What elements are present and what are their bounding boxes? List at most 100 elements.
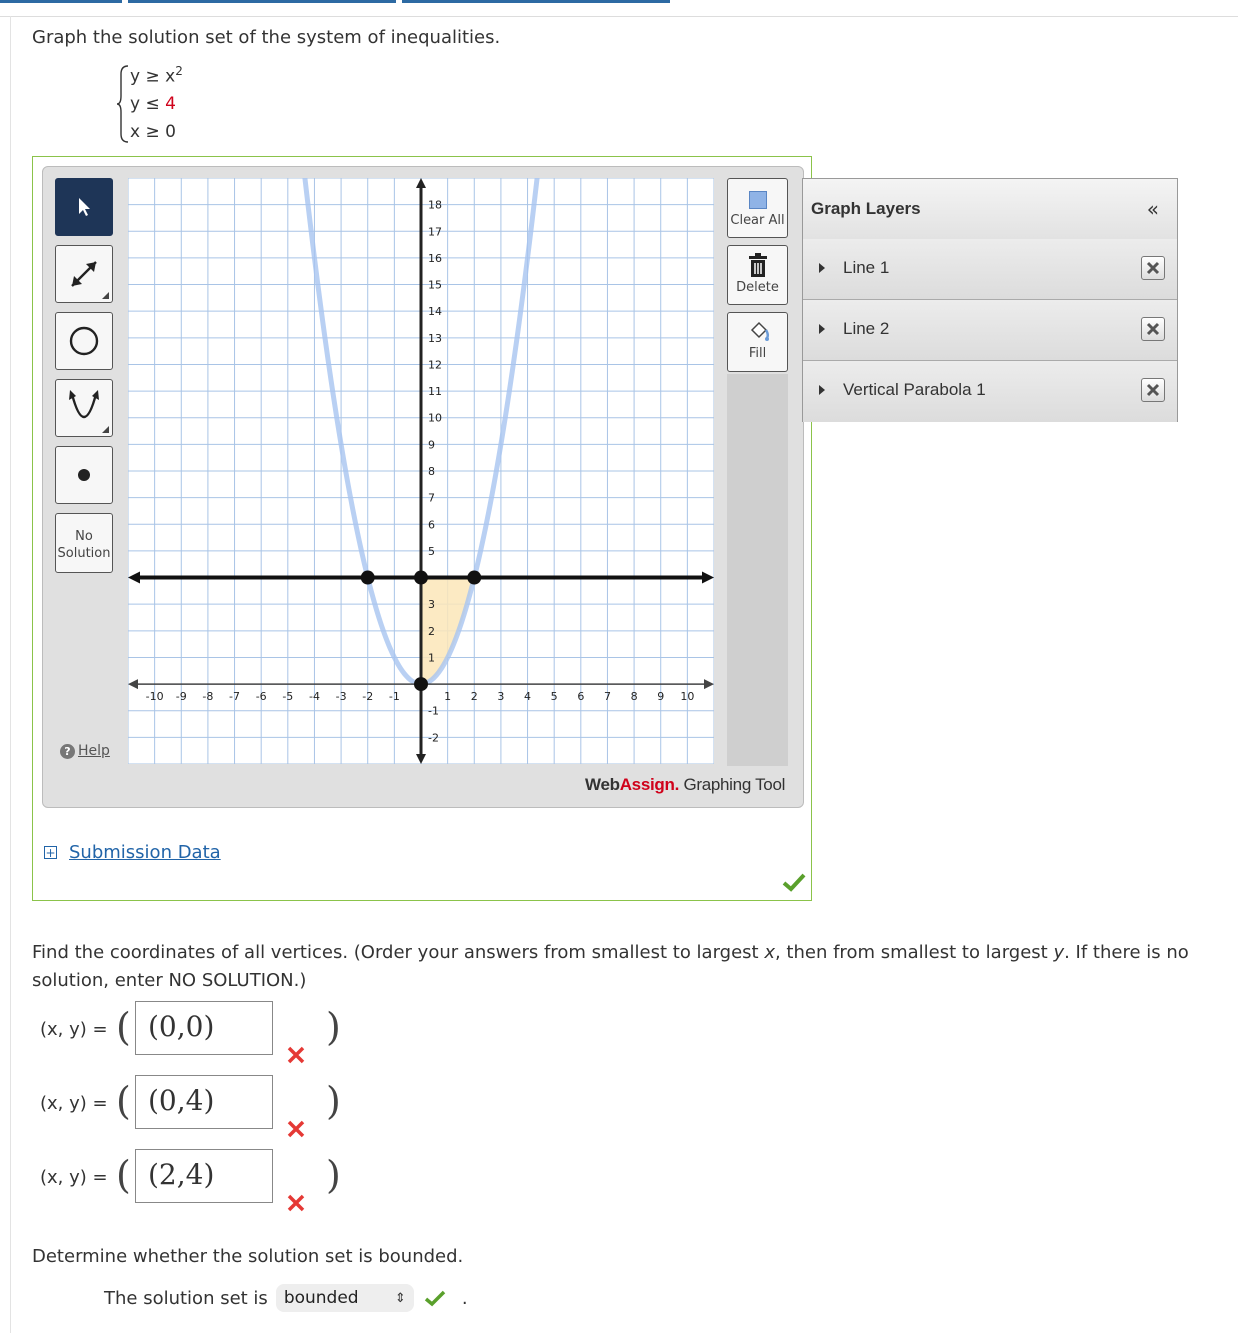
x-tick-label: 10	[680, 690, 694, 703]
layer-item-line-1[interactable]: Line 1	[803, 239, 1177, 300]
layer-item-line-2[interactable]: Line 2	[803, 300, 1177, 361]
help-link[interactable]: ? Help	[60, 743, 110, 759]
delete-layer-button[interactable]	[1141, 378, 1165, 402]
close-icon	[1146, 383, 1160, 397]
graph-canvas[interactable]: -10 -9 -8 -7 -6 -5 -4 -3 -2 -1 1 2 3 4 5 6 7 8 9 1018171615…	[128, 178, 714, 764]
collapse-panel-icon[interactable]: «	[1147, 197, 1159, 221]
bounded-select[interactable]: bounded ⇕	[275, 1284, 414, 1312]
pointer-tool-button[interactable]	[55, 178, 113, 236]
y-tick-label: 8	[428, 465, 435, 478]
help-label: Help	[78, 743, 110, 759]
x-tick-label: -6	[256, 690, 267, 703]
open-paren: (	[116, 1079, 131, 1123]
x-tick-label: 2	[471, 690, 478, 703]
y-tick-label: 7	[428, 492, 435, 505]
y-tick-label: 18	[428, 199, 442, 212]
y-tick-label: 2	[428, 625, 435, 638]
y-tick-label: 12	[428, 358, 442, 371]
vertex-input[interactable]: (0,4)	[135, 1075, 273, 1129]
x-tick-label: 6	[577, 690, 584, 703]
y-tick-label: 10	[428, 412, 442, 425]
inequality-2: y ≤ 4	[130, 94, 176, 114]
fill-label: Fill	[748, 346, 767, 361]
incorrect-x-icon	[287, 1120, 305, 1138]
bounded-answer-line: The solution set is bounded ⇕ .	[104, 1284, 468, 1312]
bounded-select-value: bounded	[283, 1288, 359, 1308]
y-tick-label: 13	[428, 332, 442, 345]
x-tick-label: 5	[551, 690, 558, 703]
y-tick-label: -1	[428, 705, 439, 718]
graph-point[interactable]	[360, 570, 375, 585]
tool-options-corner	[102, 426, 109, 433]
vertex-label: (x, y) =	[40, 1167, 108, 1188]
x-tick-label: -1	[389, 690, 400, 703]
layer-item-parabola-1[interactable]: Vertical Parabola 1	[803, 361, 1177, 422]
circle-tool-button[interactable]	[55, 312, 113, 370]
y-tick-label: 6	[428, 518, 435, 531]
y-tick-label: 11	[428, 385, 442, 398]
close-paren: )	[326, 1153, 341, 1197]
right-toolbar-column	[727, 374, 788, 766]
fill-button[interactable]: Fill	[727, 312, 788, 372]
paint-bucket-icon	[750, 321, 769, 341]
delete-button[interactable]: Delete	[727, 245, 788, 305]
vertex-input[interactable]: (0,0)	[135, 1001, 273, 1055]
parabola-icon	[69, 390, 99, 418]
trash-icon	[748, 253, 767, 277]
arrow-cursor-icon	[79, 198, 90, 216]
clear-all-icon	[748, 191, 767, 209]
graph-layers-title: Graph Layers	[811, 199, 921, 218]
x-tick-label: 4	[524, 690, 531, 703]
x-tick-label: -7	[229, 690, 240, 703]
x-tick-label: 8	[631, 690, 638, 703]
x-tick-label: -2	[362, 690, 373, 703]
sentence-end: .	[461, 1287, 468, 1309]
x-tick-label: 7	[604, 690, 611, 703]
top-tab-1[interactable]	[0, 0, 122, 3]
vertex-label: (x, y) =	[40, 1093, 108, 1114]
line-tool-button[interactable]	[55, 245, 113, 303]
x-tick-label: 9	[657, 690, 664, 703]
top-tab-3[interactable]	[402, 0, 670, 3]
y-tick-label: 15	[428, 279, 442, 292]
inequality-3: x ≥ 0	[130, 122, 176, 142]
vertices-prompt: Find the coordinates of all vertices. (O…	[32, 942, 1189, 991]
circle-icon	[69, 326, 99, 356]
open-paren: (	[116, 1153, 131, 1197]
expand-plus-icon: +	[44, 846, 57, 860]
x-tick-label: -8	[202, 690, 213, 703]
graph-point[interactable]	[467, 570, 482, 585]
delete-layer-button[interactable]	[1141, 317, 1165, 341]
question-prompt: Graph the solution set of the system of …	[32, 27, 501, 48]
correct-check-icon	[782, 873, 806, 892]
vertex-input[interactable]: (2,4)	[135, 1149, 273, 1203]
x-tick-label: -4	[309, 690, 320, 703]
expand-triangle-icon[interactable]	[819, 324, 825, 334]
x-tick-label: -5	[282, 690, 293, 703]
expand-triangle-icon[interactable]	[819, 263, 825, 273]
parabola-tool-button[interactable]	[55, 379, 113, 437]
x-tick-label: -3	[336, 690, 347, 703]
no-solution-button[interactable]: No Solution	[55, 513, 113, 573]
inequality-1: y ≥ x2	[130, 64, 183, 87]
y-tick-label: 14	[428, 305, 442, 318]
top-tab-strip	[0, 0, 1238, 17]
close-icon	[1146, 261, 1160, 275]
close-paren: )	[326, 1079, 341, 1123]
point-tool-button[interactable]	[55, 446, 113, 504]
clear-all-button[interactable]: Clear All	[727, 178, 788, 238]
layer-label: Line 1	[843, 258, 890, 277]
bounded-lead: The solution set is	[104, 1287, 268, 1309]
line-segment-icon	[71, 261, 97, 287]
delete-layer-button[interactable]	[1141, 256, 1165, 280]
graph-layers-header: Graph Layers «	[803, 179, 1177, 240]
delete-label: Delete	[736, 280, 779, 295]
submission-data-toggle[interactable]: + Submission Data	[44, 842, 221, 863]
layer-label: Line 2	[843, 319, 890, 338]
top-tab-2[interactable]	[128, 0, 396, 3]
y-tick-label: -2	[428, 731, 439, 744]
y-tick-label: 17	[428, 225, 442, 238]
graph-point[interactable]	[414, 570, 428, 585]
expand-triangle-icon[interactable]	[819, 385, 825, 395]
graph-point[interactable]	[414, 677, 428, 692]
